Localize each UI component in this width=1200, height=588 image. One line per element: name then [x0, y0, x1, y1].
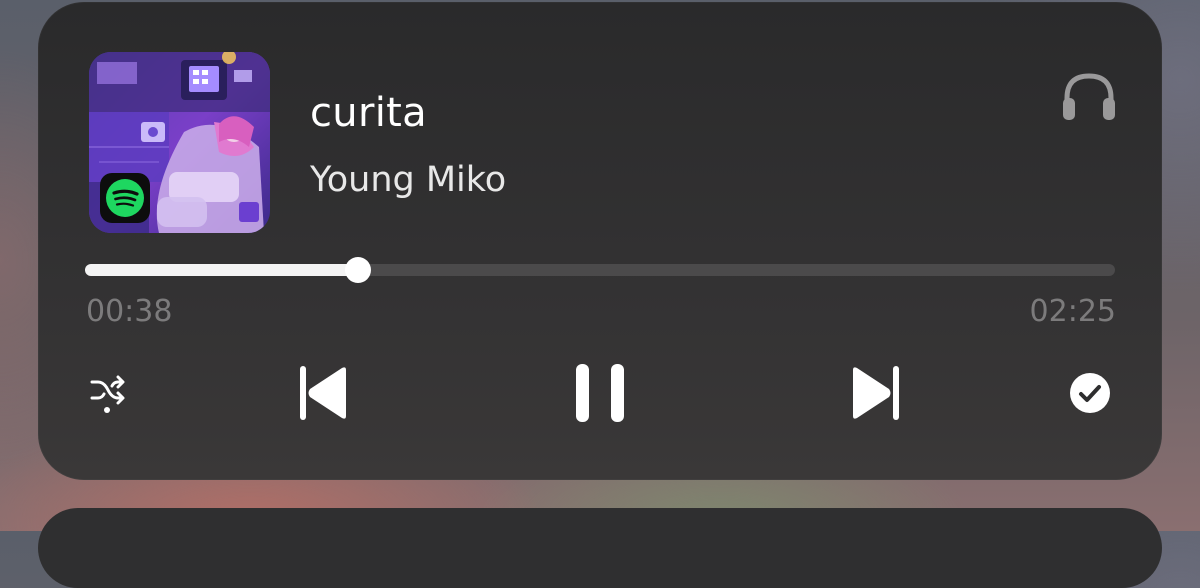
- progress-thumb[interactable]: [345, 257, 371, 283]
- next-card-peek: [38, 508, 1162, 588]
- next-button[interactable]: [847, 364, 903, 422]
- track-title: curita: [310, 90, 427, 136]
- liked-button[interactable]: [1068, 371, 1112, 415]
- pause-button[interactable]: [572, 362, 628, 424]
- progress-fill: [85, 264, 358, 276]
- previous-icon: [300, 366, 346, 420]
- pause-icon: [576, 364, 624, 422]
- track-artist: Young Miko: [310, 160, 507, 200]
- headphones-icon[interactable]: [1060, 70, 1118, 122]
- spotify-icon: [100, 173, 150, 223]
- now-playing-card: curita Young Miko 00:38 02:25: [38, 2, 1162, 480]
- next-icon: [853, 366, 899, 420]
- elapsed-time: 00:38: [86, 294, 173, 329]
- previous-button[interactable]: [296, 364, 352, 422]
- total-time: 02:25: [1029, 294, 1116, 329]
- shuffle-button[interactable]: [88, 372, 128, 414]
- shuffle-icon: [90, 375, 125, 413]
- album-artwork[interactable]: [89, 52, 270, 233]
- check-circle-icon: [1070, 373, 1110, 413]
- playback-scrubber[interactable]: [85, 257, 1115, 283]
